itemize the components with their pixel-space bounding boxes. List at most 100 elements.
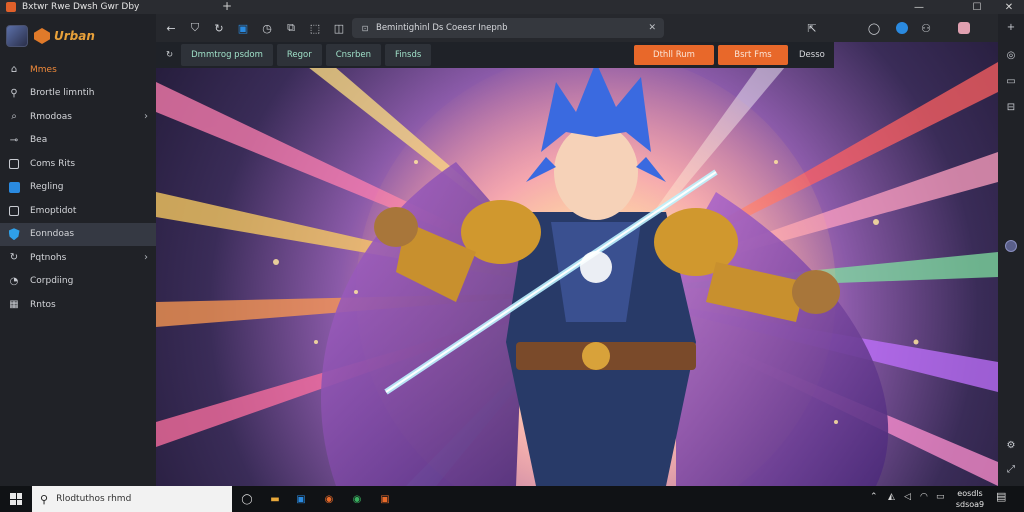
sidebar-item-corpdiing[interactable]: ◔ Corpdiing <box>0 270 156 294</box>
nav-item[interactable]: Regor <box>276 44 322 66</box>
target-icon[interactable]: ◎ <box>1004 48 1018 62</box>
sidebar-item-browse[interactable]: ⚲ Brortle limntih <box>0 82 156 106</box>
clock-time: eosdls <box>957 489 983 498</box>
sidebar-item-label: Rntos <box>30 299 56 310</box>
nav-link[interactable]: Desso <box>799 45 825 65</box>
action-button[interactable]: Dthll Rum <box>634 45 714 65</box>
search-icon: ⚲ <box>10 87 18 99</box>
sidebar-item-emoptidot[interactable]: Emoptidot <box>0 199 156 223</box>
task-view-icon[interactable]: ◯ <box>240 492 254 506</box>
save-icon[interactable]: ⊟ <box>1004 100 1018 114</box>
right-rail: + ◎ ▭ ⊟ ⚙ ⤢ <box>998 14 1024 486</box>
extension-icon[interactable]: ⚇ <box>916 18 936 38</box>
sidebar-item-label: Corpdiing <box>30 276 74 287</box>
network-icon[interactable]: ◭ <box>888 492 895 502</box>
settings-icon[interactable]: ⚙ <box>1004 438 1018 452</box>
sidebar-item-pqtnohs[interactable]: ↻ Pqtnohs › <box>0 246 156 270</box>
sidebar-item-label: Regling <box>30 182 64 193</box>
account-icon[interactable] <box>954 18 974 38</box>
shield-icon <box>8 228 20 241</box>
brand-logo-icon <box>34 28 50 44</box>
profile-icon[interactable] <box>892 18 912 38</box>
refresh-icon[interactable]: ↻ <box>162 44 177 66</box>
sidebar-header: Urban <box>0 14 156 58</box>
magnifier-icon: ⌕ <box>11 111 17 123</box>
scroll-indicator[interactable] <box>1005 240 1017 252</box>
sidebar-item-coms-rits[interactable]: Coms Rits <box>0 152 156 176</box>
home-icon: ⌂ <box>10 64 18 76</box>
taskbar-search[interactable]: ⚲ Rlodtuthos rhmd <box>32 486 232 512</box>
history-icon[interactable]: ◷ <box>256 17 278 39</box>
action-button[interactable]: Bsrt Fms <box>718 45 788 65</box>
grid-icon: ▦ <box>9 299 19 311</box>
page-nav: ↻ Dmmtrog psdom Regor Cnsrben Finsds Dth… <box>156 42 834 68</box>
sidebar-item-regling[interactable]: Regling <box>0 176 156 200</box>
start-button[interactable] <box>0 486 32 512</box>
app-logo-icon <box>6 2 16 12</box>
volume-icon[interactable]: ◁ <box>904 492 911 502</box>
tab-grid-icon[interactable]: ▣ <box>232 17 254 39</box>
store-icon[interactable]: ▣ <box>294 492 308 506</box>
back-button[interactable]: ← <box>160 17 182 39</box>
brand-name: Urban <box>54 29 95 43</box>
clear-url-icon[interactable]: ✕ <box>648 23 656 33</box>
battery-icon[interactable]: ▭ <box>936 492 945 502</box>
copy-icon[interactable]: ⧉ <box>280 17 302 39</box>
sidebar-item-label: Coms Rits <box>30 158 76 169</box>
new-tab-button[interactable]: + <box>222 0 232 13</box>
blue-square-icon <box>8 181 20 193</box>
close-button[interactable]: ✕ <box>994 0 1024 14</box>
box-icon <box>8 158 20 170</box>
add-icon[interactable]: + <box>1004 20 1018 34</box>
url-text: Bemintighinl Ds Coeesr Inepnb <box>376 23 508 33</box>
extensions-icon[interactable]: ◫ <box>328 17 350 39</box>
nav-item[interactable]: Cnsrben <box>325 44 381 66</box>
sidebar: Urban ⌂ Mmes ⚲ Brortle limntih ⌕ Rmodoas… <box>0 14 156 486</box>
title-bar: Bxtwr Rwe Dwsh Gwr Dby + — ☐ ✕ <box>0 0 1024 14</box>
tray-up-icon[interactable]: ⌃ <box>870 492 878 502</box>
expand-icon[interactable]: ⤢ <box>1004 462 1018 476</box>
taskbar-clock[interactable]: eosdls sdsoa9 <box>950 488 990 510</box>
file-explorer-icon[interactable]: ▬ <box>268 492 282 506</box>
clock-date: sdsoa9 <box>955 500 985 509</box>
sidebar-item-home[interactable]: ⌂ Mmes <box>0 58 156 82</box>
hero-artwork-svg <box>156 42 998 486</box>
app-icon[interactable]: ▣ <box>378 492 392 506</box>
chevron-right-icon: › <box>144 252 148 264</box>
minimize-button[interactable]: — <box>904 0 934 14</box>
window-title: Bxtwr Rwe Dwsh Gwr Dby <box>22 2 140 12</box>
chrome-icon[interactable]: ◉ <box>350 492 364 506</box>
chat-icon: ◔ <box>9 275 19 287</box>
sidebar-item-rmodoas[interactable]: ⌕ Rmodoas › <box>0 105 156 129</box>
sidebar-item-label: Rmodoas <box>30 111 72 122</box>
avatar[interactable] <box>6 25 28 47</box>
sidebar-item-bea[interactable]: ⊸ Bea <box>0 129 156 153</box>
settings-icon[interactable]: ◯ <box>864 18 884 38</box>
sidebar-item-rntos[interactable]: ▦ Rntos <box>0 293 156 317</box>
sidebar-item-label: Emoptidot <box>30 205 77 216</box>
sidebar-item-label: Pqtnohs <box>30 252 67 263</box>
link-icon: ⊸ <box>9 134 19 146</box>
notifications-icon[interactable]: ▤ <box>996 490 1006 503</box>
sidebar-item-eonndoas[interactable]: Eonndoas <box>0 222 156 246</box>
collections-icon[interactable]: ⬚ <box>304 17 326 39</box>
address-bar[interactable]: ⊡ Bemintighinl Ds Coeesr Inepnb ✕ <box>352 18 664 38</box>
nav-item[interactable]: Finsds <box>385 44 432 66</box>
browser-toolbar: ← ⛉ ↻ ▣ ◷ ⧉ ⬚ ◫ ⊡ Bemintighinl Ds Coeesr… <box>156 14 998 42</box>
sidebar-item-label: Eonndoas <box>30 229 75 240</box>
chevron-right-icon: › <box>144 111 148 123</box>
reload-button[interactable]: ↻ <box>208 17 230 39</box>
windows-logo-icon <box>10 493 22 505</box>
nav-item[interactable]: Dmmtrog psdom <box>181 44 273 66</box>
maximize-button[interactable]: ☐ <box>962 0 992 14</box>
search-icon: ⚲ <box>40 492 49 506</box>
hero-artwork <box>156 42 998 486</box>
wifi-icon[interactable]: ◠ <box>920 492 928 502</box>
share-icon[interactable]: ⇱ <box>802 18 822 38</box>
shield-icon[interactable]: ⛉ <box>184 17 206 39</box>
panel-icon[interactable]: ▭ <box>1004 74 1018 88</box>
search-placeholder: Rlodtuthos rhmd <box>56 494 132 504</box>
browser-icon[interactable]: ◉ <box>322 492 336 506</box>
taskbar: ⚲ Rlodtuthos rhmd ◯ ▬ ▣ ◉ ◉ ▣ ⌃ ◭ ◁ ◠ ▭ … <box>0 486 1024 512</box>
box-icon <box>8 205 20 217</box>
